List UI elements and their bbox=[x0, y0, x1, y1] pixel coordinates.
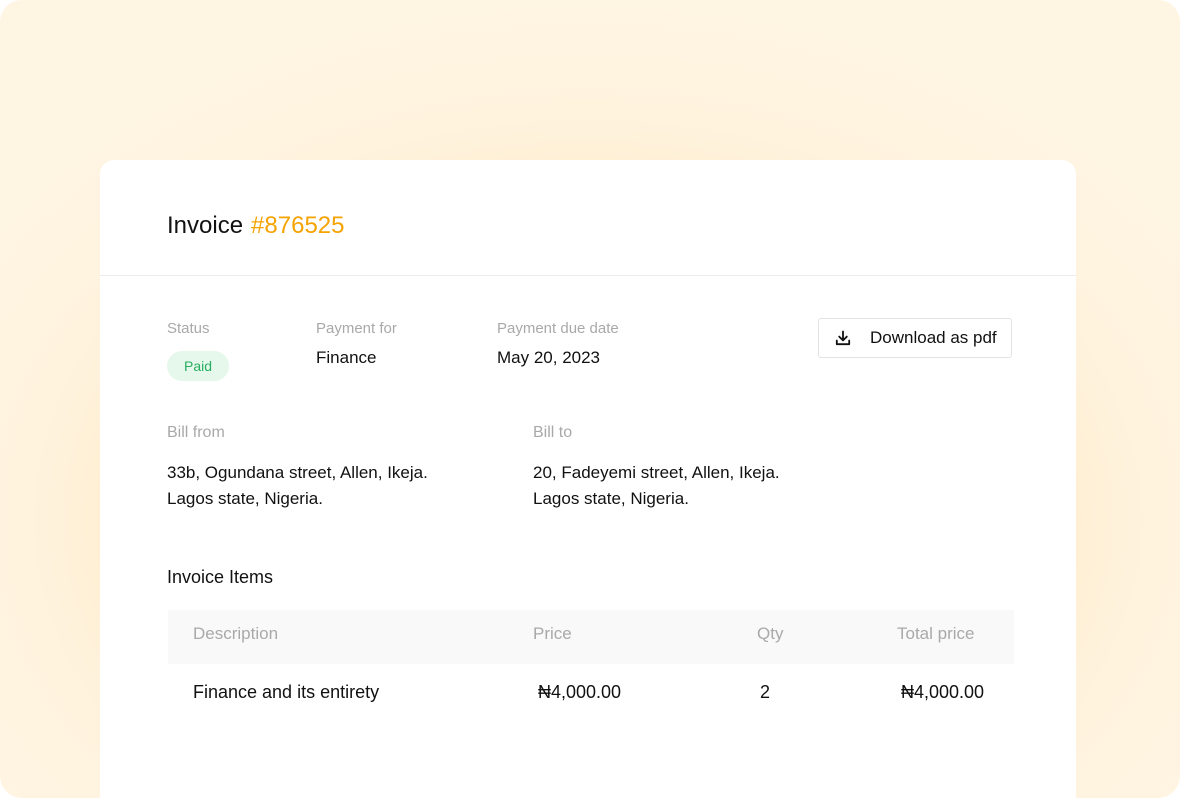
download-button-label: Download as pdf bbox=[870, 328, 997, 347]
payment-for-value: Finance bbox=[316, 348, 377, 367]
item-description: Finance and its entirety bbox=[193, 682, 380, 702]
invoice-number: #876525 bbox=[251, 212, 345, 239]
invoice-header: Invoice #876525 bbox=[100, 160, 1076, 276]
item-total-price: ₦4,000.00 bbox=[901, 682, 985, 702]
column-header-price: Price bbox=[533, 624, 572, 643]
column-header-total-price: Total price bbox=[897, 624, 975, 643]
table-row: Finance and its entirety ₦4,000.00 2 ₦4,… bbox=[168, 664, 1014, 722]
item-qty: 2 bbox=[760, 682, 771, 702]
status-badge: Paid bbox=[167, 351, 229, 381]
bill-from-label: Bill from bbox=[167, 424, 225, 441]
item-price: ₦4,000.00 bbox=[538, 682, 622, 702]
status-label: Status bbox=[167, 320, 210, 337]
invoice-title-text: Invoice bbox=[167, 212, 244, 239]
bill-to-line1: 20, Fadeyemi street, Allen, Ikeja. bbox=[533, 463, 780, 482]
payment-for-label: Payment for bbox=[316, 320, 397, 337]
invoice-card: Invoice #876525 Status Paid Payment for F… bbox=[100, 160, 1076, 798]
bill-from-line1: 33b, Ogundana street, Allen, Ikeja. bbox=[167, 463, 428, 482]
due-date-value: May 20, 2023 bbox=[497, 348, 601, 367]
page-backdrop: Invoice #876525 Status Paid Payment for F… bbox=[0, 0, 1180, 798]
column-header-description: Description bbox=[193, 624, 279, 643]
column-header-qty: Qty bbox=[757, 624, 784, 643]
invoice-title: Invoice #876525 bbox=[167, 212, 344, 240]
bill-from-line2: Lagos state, Nigeria. bbox=[167, 489, 323, 508]
bill-to-line2: Lagos state, Nigeria. bbox=[533, 489, 689, 508]
download-pdf-button[interactable]: Download as pdf bbox=[818, 318, 1012, 358]
bill-to-label: Bill to bbox=[533, 424, 573, 441]
download-icon bbox=[835, 330, 851, 346]
bill-to-address: 20, Fadeyemi street, Allen, Ikeja. Lagos… bbox=[533, 460, 780, 512]
invoice-items-title: Invoice Items bbox=[167, 567, 274, 587]
due-date-label: Payment due date bbox=[497, 320, 619, 337]
bill-from-address: 33b, Ogundana street, Allen, Ikeja. Lago… bbox=[167, 460, 428, 512]
items-table-header: Description Price Qty Total price bbox=[168, 610, 1014, 664]
